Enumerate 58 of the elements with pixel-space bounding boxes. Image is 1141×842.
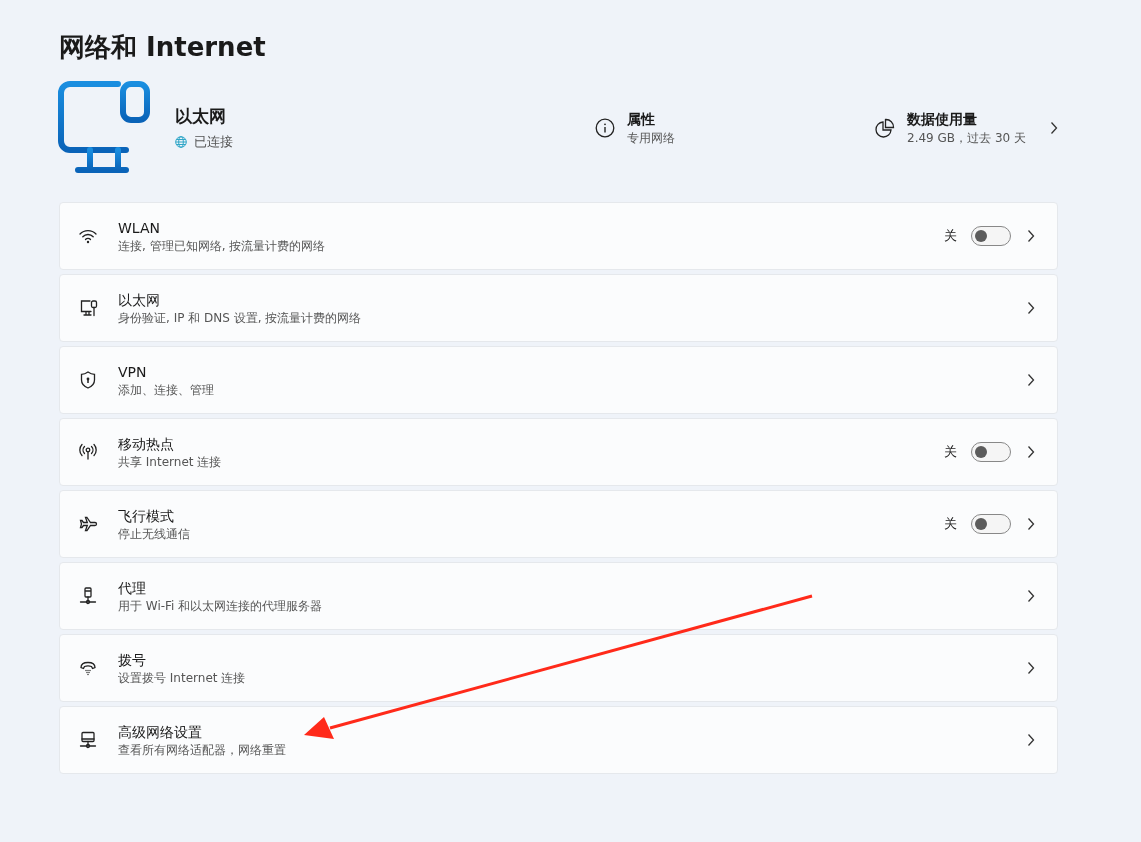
proxy-icon: [78, 586, 98, 606]
row-subtitle: 设置拨号 Internet 连接: [118, 669, 246, 687]
computer-cable-icon: [78, 298, 98, 318]
row-title: 以太网: [118, 290, 161, 310]
row-subtitle: 停止无线通信: [118, 525, 190, 543]
connection-status: 已连接: [194, 133, 233, 152]
chevron-right-icon: [1050, 121, 1058, 135]
data-usage-subtitle: 2.49 GB，过去 30 天: [907, 130, 1026, 147]
row-subtitle: 连接, 管理已知网络, 按流量计费的网络: [118, 237, 326, 255]
row-title: 移动热点: [118, 434, 175, 454]
row-subtitle: 身份验证, IP 和 DNS 设置, 按流量计费的网络: [118, 309, 362, 327]
row-title: VPN: [118, 362, 148, 382]
connection-name: 以太网: [175, 105, 227, 129]
row-subtitle: 查看所有网络适配器，网络重置: [118, 741, 286, 759]
properties-subtitle: 专用网络: [627, 130, 676, 147]
computer-cable-icon: [58, 81, 152, 175]
hotspot-icon: [78, 442, 98, 462]
settings-row[interactable]: 拨号 设置拨号 Internet 连接: [59, 634, 1058, 702]
data-usage-title: 数据使用量: [907, 110, 979, 129]
chevron-right-icon: [1027, 589, 1035, 603]
data-usage-link[interactable]: 数据使用量 2.49 GB，过去 30 天: [875, 109, 1058, 147]
settings-row[interactable]: 高级网络设置 查看所有网络适配器，网络重置: [59, 706, 1058, 774]
settings-row[interactable]: VPN 添加、连接、管理: [59, 346, 1058, 414]
shield-icon: [78, 370, 98, 390]
chevron-right-icon: [1027, 229, 1035, 243]
chevron-right-icon: [1027, 661, 1035, 675]
chevron-right-icon: [1027, 517, 1035, 531]
toggle-switch[interactable]: [971, 226, 1011, 246]
toggle-state-label: 关: [944, 227, 957, 246]
chevron-right-icon: [1027, 373, 1035, 387]
settings-row[interactable]: 代理 用于 Wi-Fi 和以太网连接的代理服务器: [59, 562, 1058, 630]
properties-title: 属性: [627, 110, 657, 129]
settings-row[interactable]: 移动热点 共享 Internet 连接 关: [59, 418, 1058, 486]
chevron-right-icon: [1027, 301, 1035, 315]
toggle-switch[interactable]: [971, 514, 1011, 534]
page-title: 网络和 Internet: [59, 31, 266, 64]
chevron-right-icon: [1027, 445, 1035, 459]
settings-row[interactable]: WLAN 连接, 管理已知网络, 按流量计费的网络 关: [59, 202, 1058, 270]
toggle-switch[interactable]: [971, 442, 1011, 462]
pie-chart-icon: [875, 118, 896, 138]
info-icon: [595, 118, 616, 138]
toggle-state-label: 关: [944, 515, 957, 534]
row-title: 拨号: [118, 650, 147, 670]
airplane-icon: [78, 514, 98, 534]
row-subtitle: 用于 Wi-Fi 和以太网连接的代理服务器: [118, 597, 323, 615]
row-title: 高级网络设置: [118, 722, 203, 742]
row-title: WLAN: [118, 218, 161, 238]
row-subtitle: 添加、连接、管理: [118, 381, 214, 399]
settings-row[interactable]: 以太网 身份验证, IP 和 DNS 设置, 按流量计费的网络: [59, 274, 1058, 342]
properties-link[interactable]: 属性 专用网络: [595, 109, 876, 147]
row-subtitle: 共享 Internet 连接: [118, 453, 222, 471]
globe-icon: [175, 136, 187, 148]
row-title: 飞行模式: [118, 506, 175, 526]
row-title: 代理: [118, 578, 147, 598]
settings-row[interactable]: 飞行模式 停止无线通信 关: [59, 490, 1058, 558]
toggle-state-label: 关: [944, 443, 957, 462]
network-computer-icon: [78, 730, 98, 750]
chevron-right-icon: [1027, 733, 1035, 747]
